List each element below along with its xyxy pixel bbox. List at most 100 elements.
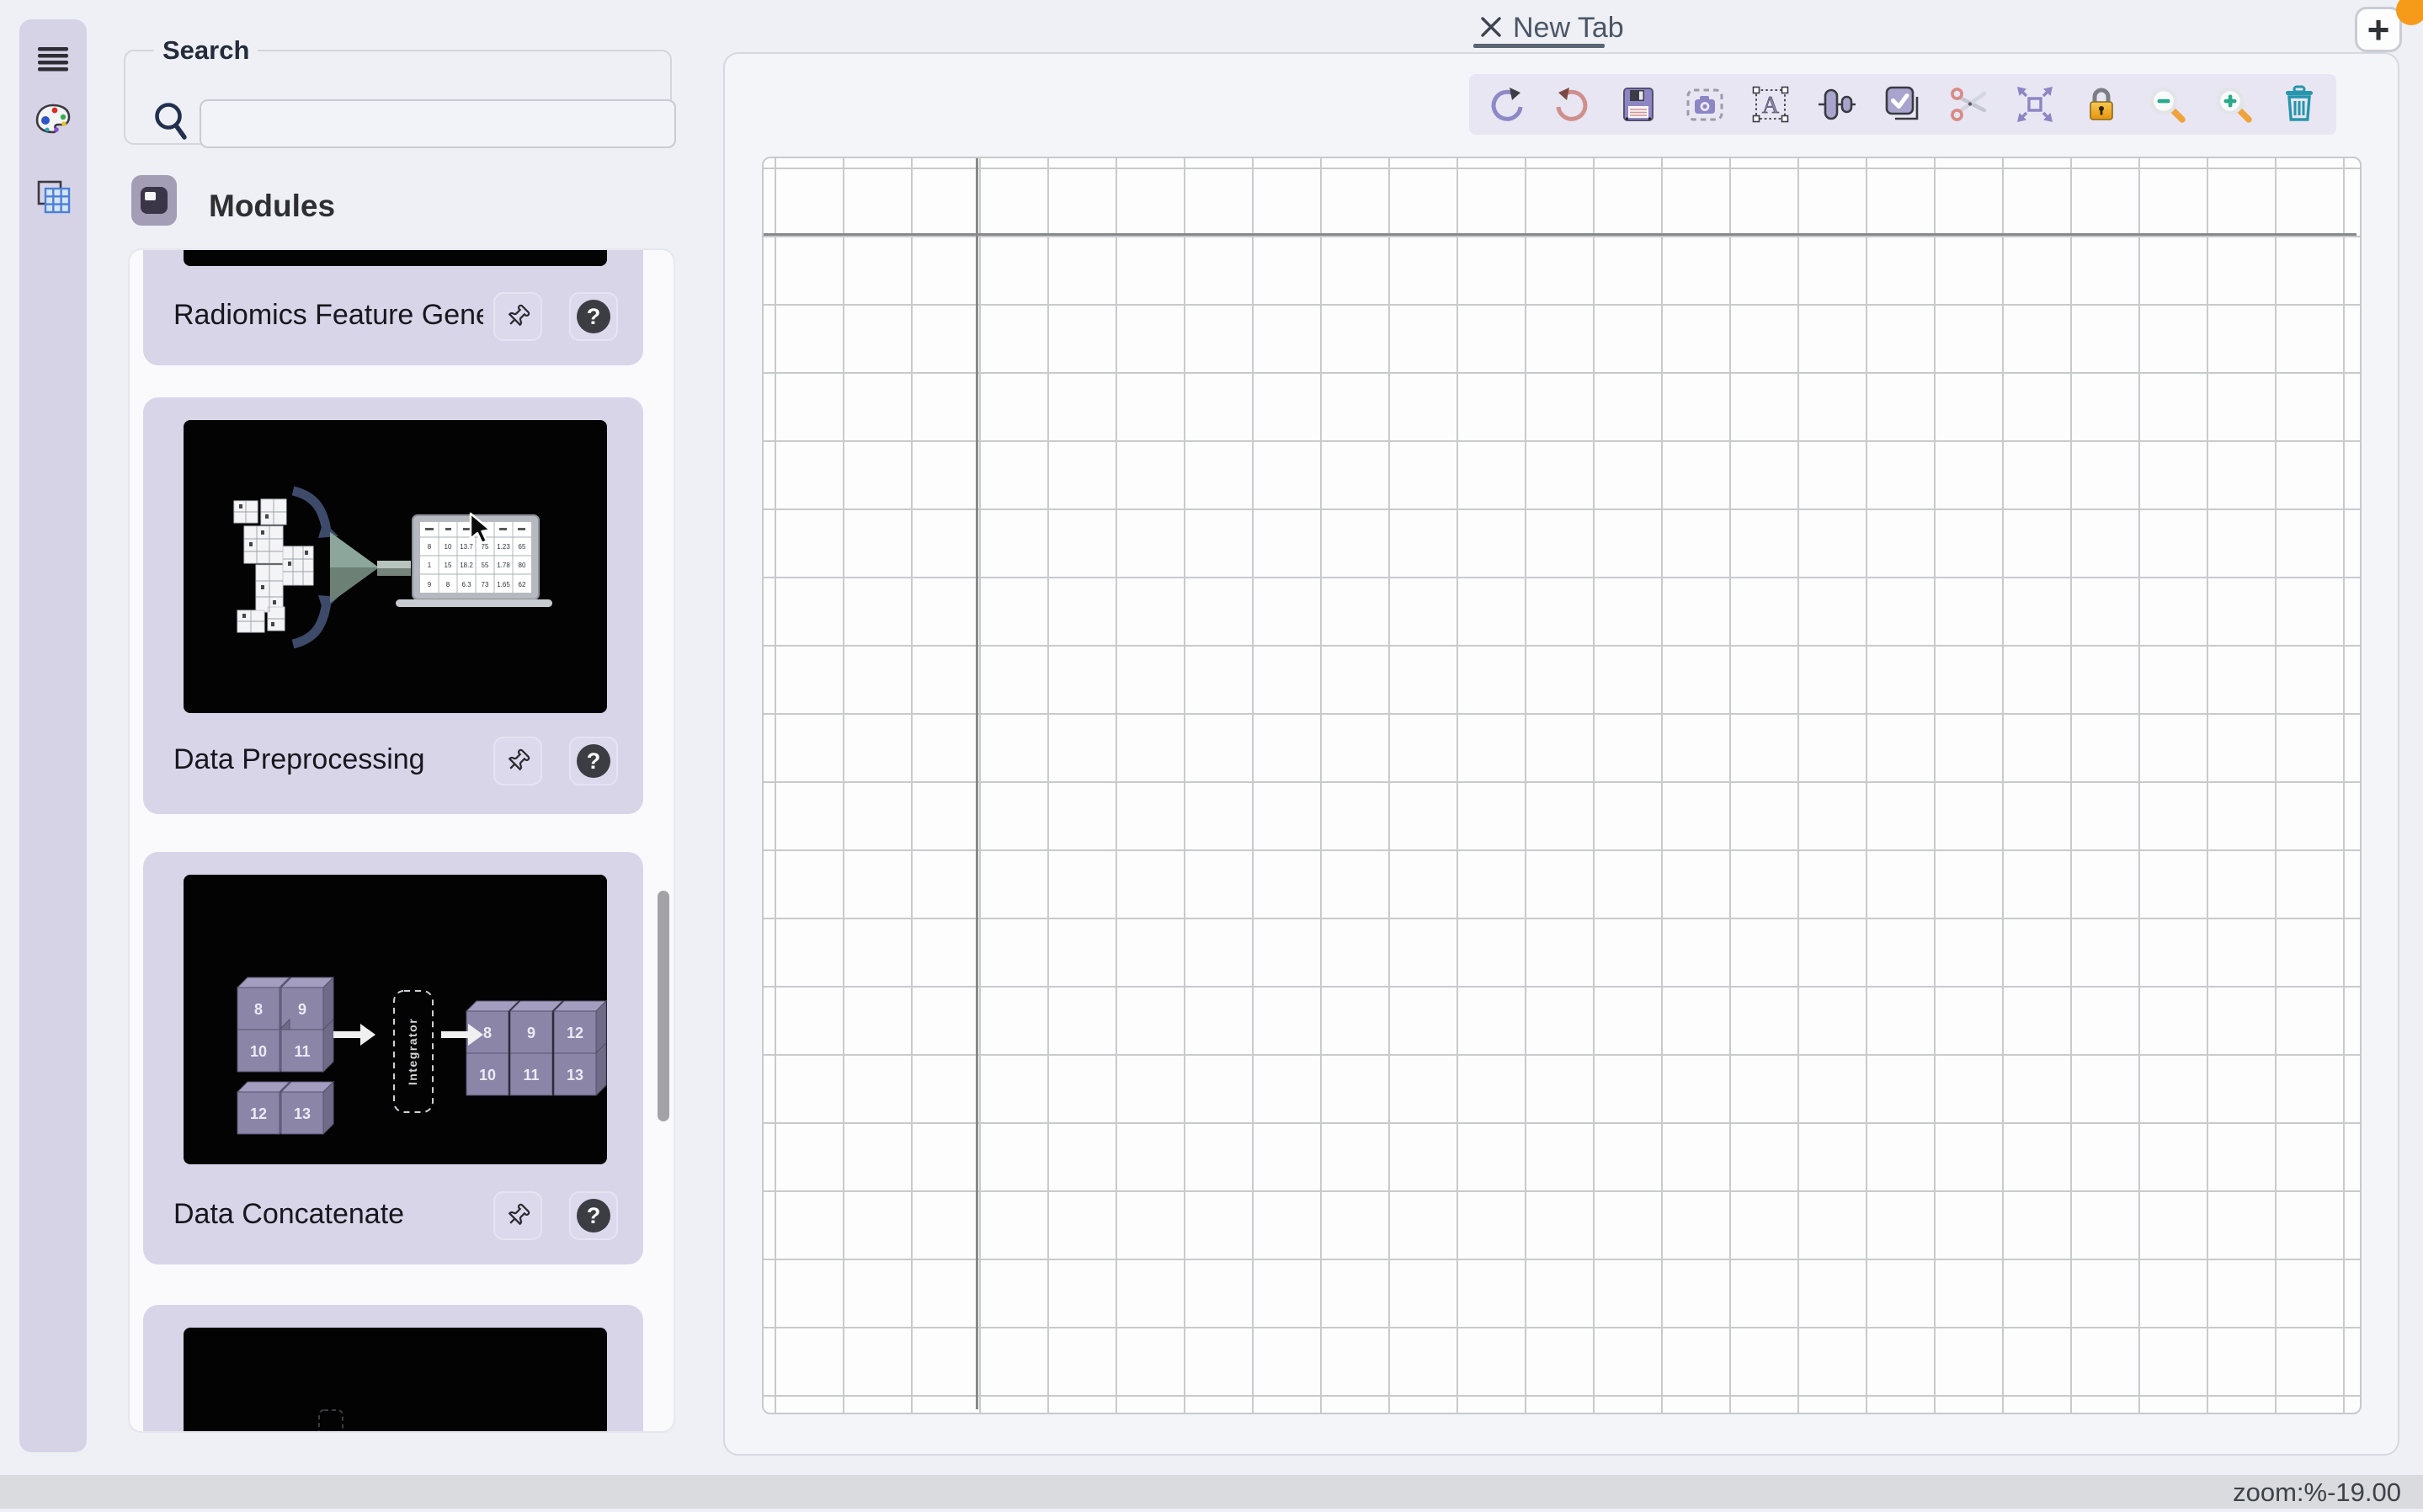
new-tab-button[interactable]: + (2355, 7, 2402, 52)
svg-text:13: 13 (294, 1105, 311, 1122)
help-button[interactable]: ? (569, 292, 618, 341)
mouse-cursor (469, 512, 492, 545)
svg-text:62: 62 (519, 581, 526, 588)
svg-text:18.2: 18.2 (460, 562, 473, 569)
svg-text:80: 80 (519, 562, 526, 569)
tab-close-button[interactable] (1476, 12, 1506, 42)
search-input[interactable] (200, 99, 676, 148)
status-bar: zoom:%-19.00 (0, 1475, 2423, 1509)
tab-new-tab[interactable]: New Tab (1513, 12, 1624, 45)
canvas-grid[interactable] (762, 157, 2362, 1414)
tables-button[interactable] (31, 176, 75, 220)
partial-illustration (318, 1409, 343, 1431)
pin-button[interactable] (493, 737, 542, 785)
module-card-data-concatenate[interactable]: 8 9 10 11 12 13 8 9 12 10 11 13 Integrat… (143, 852, 643, 1264)
lock-button[interactable] (2078, 81, 2125, 128)
help-button[interactable]: ? (569, 1191, 618, 1240)
canvas-toolbar: A (1469, 74, 2336, 135)
svg-text:8: 8 (483, 1025, 492, 1041)
svg-text:65: 65 (519, 543, 526, 551)
concatenate-illustration: 8 9 10 11 12 13 8 9 12 10 11 13 Integrat… (236, 976, 607, 1136)
svg-text:15: 15 (445, 562, 452, 569)
table-icon (37, 180, 71, 214)
trash-icon (2286, 85, 2313, 121)
svg-text:11: 11 (523, 1067, 539, 1083)
zoom-in-icon (2216, 87, 2252, 123)
svg-text:Integrator: Integrator (406, 1018, 419, 1085)
zoom-out-button[interactable] (2143, 81, 2191, 128)
zoom-level-text: zoom:%-19.00 (2233, 1477, 2401, 1507)
svg-text:A: A (1762, 93, 1780, 119)
module-card-label: Data Concatenate (173, 1198, 405, 1230)
svg-text:12: 12 (250, 1105, 267, 1122)
redo-icon (1556, 88, 1587, 121)
module-card-label: Data Preprocessing (173, 743, 425, 775)
search-panel: Search (124, 35, 676, 148)
scissors-icon (1950, 88, 1986, 121)
align-nodes-button[interactable] (1813, 81, 1861, 128)
align-nodes-icon (1818, 88, 1856, 120)
select-check-button[interactable] (1879, 81, 1926, 128)
lock-icon (2089, 88, 2113, 120)
preprocessing-illustration: 8 10 13.7 75 1.23 65 1 15 18.2 55 1.78 8… (233, 486, 552, 649)
svg-text:73: 73 (482, 581, 489, 588)
svg-text:9: 9 (298, 1001, 306, 1018)
palette-icon (35, 104, 71, 134)
save-button[interactable] (1615, 81, 1662, 128)
module-thumbnail (184, 1328, 607, 1431)
redo-button[interactable] (1549, 81, 1596, 128)
menu-button[interactable] (31, 38, 75, 82)
module-thumbnail (184, 250, 607, 266)
modules-scrollbar[interactable] (658, 891, 669, 1121)
modules-list: Radiomics Feature Gene ? 8 10 13.7 75 1.… (128, 248, 675, 1433)
screenshot-icon (1686, 88, 1723, 121)
module-thumbnail: 8 10 13.7 75 1.23 65 1 15 18.2 55 1.78 8… (184, 420, 607, 713)
undo-button[interactable] (1483, 81, 1530, 128)
active-tab-indicator (1473, 44, 1605, 48)
svg-text:6.3: 6.3 (461, 581, 471, 588)
svg-text:9: 9 (527, 1025, 535, 1041)
svg-text:1.78: 1.78 (497, 562, 510, 569)
text-tool-button[interactable]: A (1747, 81, 1794, 128)
save-icon (1623, 88, 1653, 121)
screenshot-select-button[interactable] (1681, 81, 1728, 128)
undo-icon (1491, 88, 1523, 121)
hamburger-icon (38, 47, 68, 72)
svg-text:1.65: 1.65 (497, 581, 510, 588)
app-window: Search Modules Radiomics Feature Gene ? … (0, 0, 2423, 1512)
zoom-in-button[interactable] (2210, 81, 2257, 128)
svg-text:10: 10 (250, 1043, 267, 1060)
module-thumbnail: 8 9 10 11 12 13 8 9 12 10 11 13 Integrat… (184, 875, 607, 1164)
pin-icon (508, 748, 530, 771)
pin-icon (508, 304, 530, 327)
search-icon (155, 103, 187, 140)
cut-button[interactable] (1946, 81, 1993, 128)
svg-text:12: 12 (567, 1025, 583, 1041)
svg-text:1: 1 (428, 562, 432, 569)
help-button[interactable]: ? (569, 737, 618, 785)
text-tool-icon: A (1752, 86, 1789, 123)
module-card-partial[interactable] (143, 1305, 643, 1431)
question-icon: ? (577, 1199, 610, 1232)
expand-icon (2017, 87, 2053, 122)
grid-major-vline (976, 158, 978, 1409)
svg-text:9: 9 (428, 581, 432, 588)
svg-text:13: 13 (567, 1067, 583, 1083)
theme-palette-button[interactable] (31, 97, 75, 141)
module-card-radiomics[interactable]: Radiomics Feature Gene ? (143, 250, 643, 365)
delete-button[interactable] (2276, 81, 2323, 128)
svg-text:10: 10 (445, 543, 452, 551)
grid-major-hline (764, 233, 2356, 236)
modules-section-button[interactable] (131, 175, 177, 226)
checkbox-icon (1885, 86, 1919, 120)
question-icon: ? (577, 300, 610, 333)
pin-button[interactable] (493, 292, 542, 341)
module-card-label: Radiomics Feature Gene (173, 299, 483, 331)
pin-button[interactable] (493, 1191, 542, 1240)
module-card-data-preprocessing[interactable]: 8 10 13.7 75 1.23 65 1 15 18.2 55 1.78 8… (143, 397, 643, 814)
search-legend: Search (162, 35, 250, 65)
fit-expand-button[interactable] (2011, 81, 2058, 128)
left-icon-rail (19, 19, 87, 1452)
question-icon: ? (577, 744, 610, 778)
svg-text:55: 55 (482, 562, 489, 569)
